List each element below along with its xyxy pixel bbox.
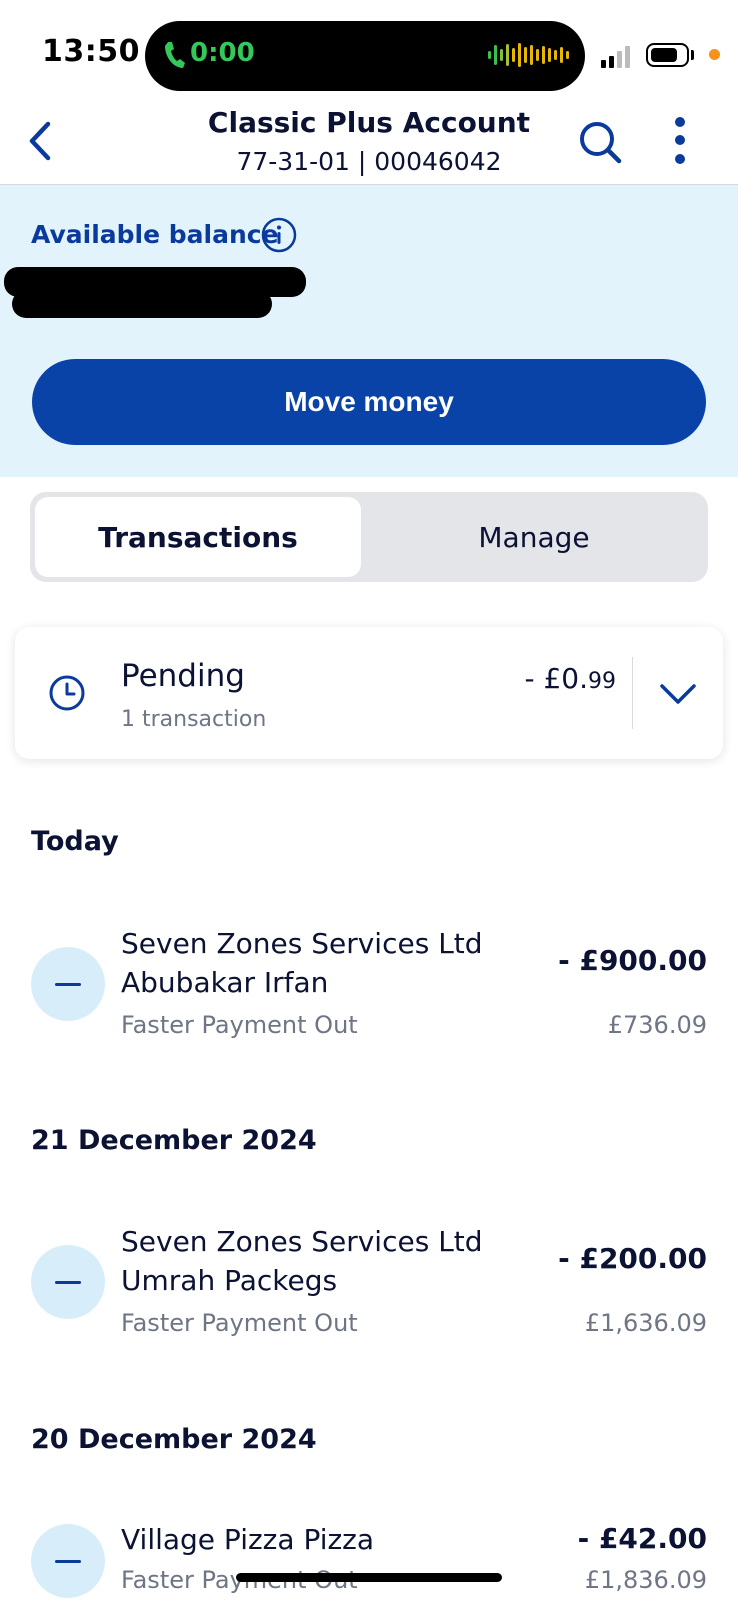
transaction-running-balance: £1,836.09	[584, 1566, 707, 1594]
debit-icon	[31, 1245, 105, 1319]
battery-cap	[691, 50, 694, 60]
battery-level	[651, 48, 677, 62]
search-icon[interactable]	[578, 120, 622, 164]
tab-transactions[interactable]: Transactions	[35, 497, 361, 577]
transaction-amount: - £900.00	[558, 944, 707, 977]
chevron-down-icon[interactable]	[656, 676, 700, 712]
audio-wave-icon	[488, 40, 569, 70]
move-money-button[interactable]: Move money	[32, 359, 706, 445]
pending-amount-pence: 99	[588, 669, 616, 694]
page-title: Classic Plus Account	[207, 106, 531, 139]
transaction-amount: - £200.00	[558, 1242, 707, 1275]
available-balance-label: Available balance	[31, 220, 279, 249]
info-icon[interactable]	[261, 217, 297, 253]
more-vertical-icon[interactable]	[665, 116, 695, 168]
date-heading: 21 December 2024	[31, 1125, 317, 1156]
transaction-reference: Umrah Packegs	[121, 1264, 338, 1297]
account-details: 77-31-01 | 00046042	[236, 147, 502, 176]
status-time: 13:50	[42, 34, 140, 69]
debit-icon	[31, 947, 105, 1021]
call-timer: 0:00	[190, 38, 255, 68]
transaction-payee: Seven Zones Services Ltd	[121, 927, 483, 960]
pending-title: Pending	[121, 658, 245, 694]
balance-redaction-lower	[12, 290, 272, 318]
phone-icon	[165, 42, 185, 68]
transaction-type: Faster Payment Out	[121, 1011, 358, 1039]
signal-icon	[601, 46, 630, 68]
date-heading: 20 December 2024	[31, 1424, 317, 1455]
transaction-amount: - £42.00	[577, 1522, 707, 1555]
home-indicator[interactable]	[236, 1573, 502, 1582]
transaction-running-balance: £736.09	[607, 1011, 707, 1039]
transaction-reference: Abubakar Irfan	[121, 966, 329, 999]
debit-icon	[31, 1524, 105, 1598]
mic-indicator-icon	[709, 49, 720, 60]
pending-divider	[632, 657, 633, 729]
transaction-row-title[interactable]: Seven Zones Services Ltd Abubakar Irfan	[121, 924, 541, 1002]
transaction-type: Faster Payment Out	[121, 1309, 358, 1337]
transaction-payee: Seven Zones Services Ltd	[121, 1225, 483, 1258]
transaction-payee[interactable]: Village Pizza Pizza	[121, 1520, 541, 1559]
pending-amount-main: - £0.	[524, 662, 588, 695]
date-heading-today: Today	[31, 826, 119, 857]
tab-manage[interactable]: Manage	[365, 497, 703, 577]
clock-icon	[49, 675, 85, 711]
transaction-running-balance: £1,636.09	[584, 1309, 707, 1337]
transaction-row-title[interactable]: Seven Zones Services Ltd Umrah Packegs	[121, 1222, 541, 1300]
pending-amount: - £0.99	[470, 662, 616, 695]
pending-count: 1 transaction	[121, 707, 267, 732]
